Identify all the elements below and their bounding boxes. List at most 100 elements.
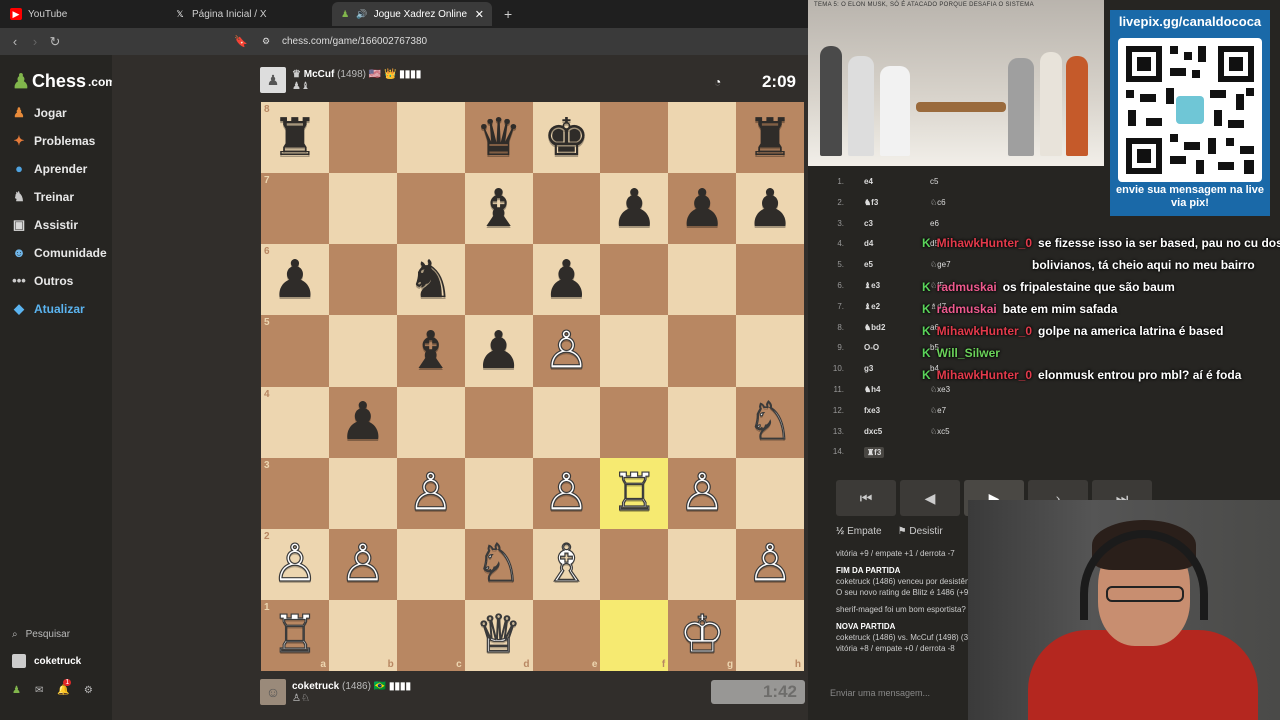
- square-a8[interactable]: 8 ♜: [261, 102, 329, 174]
- square-h2[interactable]: ♙: [736, 528, 804, 600]
- square-c3[interactable]: ♙: [396, 457, 465, 529]
- white-move[interactable]: ♞bd2: [864, 323, 885, 332]
- chess-piece[interactable]: ♟: [611, 183, 658, 235]
- white-move[interactable]: fxe3: [864, 406, 880, 415]
- white-move[interactable]: dxc5: [864, 427, 882, 436]
- square-a1[interactable]: 1 a ♖: [261, 599, 329, 671]
- url-field[interactable]: ⚙ chess.com/game/166002767380: [254, 32, 802, 51]
- chess-piece[interactable]: ♙: [678, 467, 726, 520]
- square-b4[interactable]: ♟: [328, 386, 397, 458]
- square-f3[interactable]: ♖: [600, 457, 669, 529]
- sidebar-item-atualizar[interactable]: ◆ Atualizar: [12, 301, 85, 317]
- square-d1[interactable]: d ♕: [464, 599, 533, 671]
- white-move[interactable]: d4: [864, 239, 873, 248]
- black-move[interactable]: ♘ge7: [930, 260, 951, 269]
- square-e6[interactable]: ♟: [532, 244, 601, 316]
- sidebar-item-assistir[interactable]: ▣ Assistir: [12, 217, 78, 233]
- square-c2[interactable]: [396, 528, 465, 600]
- square-g3[interactable]: ♙: [668, 457, 737, 529]
- sidebar-user[interactable]: coketruck: [12, 654, 81, 668]
- chess-piece[interactable]: ♜: [272, 112, 319, 164]
- square-a4[interactable]: 4: [261, 386, 329, 458]
- square-e7[interactable]: [532, 173, 601, 245]
- sidebar-item-outros[interactable]: ••• Outros: [12, 273, 73, 288]
- top-player-name[interactable]: ♛ McCuf (1498) 🇺🇸 👑 ▮▮▮▮: [292, 69, 421, 80]
- square-c5[interactable]: ♝: [396, 315, 465, 387]
- sidebar-item-comunidade[interactable]: ☻ Comunidade: [12, 245, 107, 260]
- square-c6[interactable]: ♞: [396, 244, 465, 316]
- new-tab-button[interactable]: +: [496, 2, 516, 26]
- reload-icon[interactable]: ↻: [46, 33, 64, 51]
- square-c1[interactable]: c: [396, 599, 465, 671]
- square-c4[interactable]: [396, 386, 465, 458]
- square-b5[interactable]: [328, 315, 397, 387]
- square-d4[interactable]: [464, 386, 533, 458]
- white-move[interactable]: ♜f3: [864, 447, 885, 459]
- white-move[interactable]: c3: [864, 219, 873, 228]
- black-move[interactable]: e6: [930, 219, 939, 228]
- square-a2[interactable]: 2 ♙: [261, 528, 329, 600]
- chess-piece[interactable]: ♖: [610, 467, 658, 520]
- square-g5[interactable]: [668, 315, 737, 387]
- chesscom-logo[interactable]: ♟ Chess .com: [12, 69, 116, 94]
- forward-icon[interactable]: ›: [26, 33, 44, 51]
- square-h5[interactable]: [736, 315, 804, 387]
- square-c7[interactable]: [396, 173, 465, 245]
- chess-piece[interactable]: ♙: [271, 538, 319, 591]
- black-move[interactable]: c5: [930, 177, 938, 186]
- white-move[interactable]: e4: [864, 177, 873, 186]
- square-f1[interactable]: f: [600, 599, 669, 671]
- square-f2[interactable]: [600, 528, 669, 600]
- chess-piece[interactable]: ♙: [746, 538, 794, 591]
- square-b7[interactable]: [328, 173, 397, 245]
- tab-youtube[interactable]: ▶ YouTube: [2, 2, 162, 26]
- chess-piece[interactable]: ♝: [475, 183, 522, 235]
- square-f5[interactable]: [600, 315, 669, 387]
- chess-piece[interactable]: ♖: [271, 609, 319, 662]
- square-e1[interactable]: e: [532, 599, 601, 671]
- square-h3[interactable]: [736, 457, 804, 529]
- chess-piece[interactable]: ♙: [407, 467, 455, 520]
- black-move[interactable]: ♘c6: [930, 198, 946, 207]
- square-e3[interactable]: ♙: [532, 457, 601, 529]
- chess-piece[interactable]: ♟: [340, 396, 387, 448]
- chess-piece[interactable]: ♛: [475, 112, 522, 164]
- notifications-icon[interactable]: 🔔 1: [57, 679, 72, 696]
- square-g8[interactable]: [668, 102, 737, 174]
- tab-chess[interactable]: ♟ 🔊 Jogue Xadrez Online de GRA ✕: [332, 2, 492, 26]
- chess-piece[interactable]: ♜: [747, 112, 794, 164]
- white-move[interactable]: g3: [864, 364, 873, 373]
- sidebar-search[interactable]: ⌕ Pesquisar: [12, 629, 70, 640]
- resign-button[interactable]: ⚑ Desistir: [898, 526, 943, 537]
- sidebar-item-jogar[interactable]: ♟ Jogar: [12, 105, 67, 121]
- square-h8[interactable]: ♜: [736, 102, 804, 174]
- square-e4[interactable]: [532, 386, 601, 458]
- square-f7[interactable]: ♟: [600, 173, 669, 245]
- chess-piece[interactable]: ♙: [339, 538, 387, 591]
- avatar[interactable]: ☺: [260, 679, 286, 705]
- black-move[interactable]: ♘xe3: [930, 385, 950, 394]
- close-icon[interactable]: ✕: [475, 8, 484, 21]
- square-g4[interactable]: [668, 386, 737, 458]
- chess-piece[interactable]: ♗: [543, 538, 591, 591]
- bookmark-icon[interactable]: 🔖: [232, 33, 250, 51]
- white-move[interactable]: ♝e3: [864, 281, 880, 290]
- chess-piece[interactable]: ♟: [747, 183, 794, 235]
- white-move[interactable]: ♞h4: [864, 385, 881, 394]
- square-b6[interactable]: [328, 244, 397, 316]
- square-b3[interactable]: [328, 457, 397, 529]
- chess-piece[interactable]: ♟: [543, 254, 590, 306]
- avatar[interactable]: ♟: [260, 67, 286, 93]
- chess-piece[interactable]: ♞: [407, 254, 454, 306]
- square-b2[interactable]: ♙: [328, 528, 397, 600]
- square-e2[interactable]: ♗: [532, 528, 601, 600]
- square-f8[interactable]: [600, 102, 669, 174]
- square-d6[interactable]: [464, 244, 533, 316]
- sidebar-item-treinar[interactable]: ♞ Treinar: [12, 189, 74, 205]
- square-e5[interactable]: ♙: [532, 315, 601, 387]
- black-move[interactable]: ♘e7: [930, 406, 946, 415]
- square-g1[interactable]: g ♔: [668, 599, 737, 671]
- black-move[interactable]: ♘xc5: [930, 427, 950, 436]
- messages-icon[interactable]: ✉: [35, 685, 43, 696]
- draw-button[interactable]: ½ Empate: [836, 526, 882, 537]
